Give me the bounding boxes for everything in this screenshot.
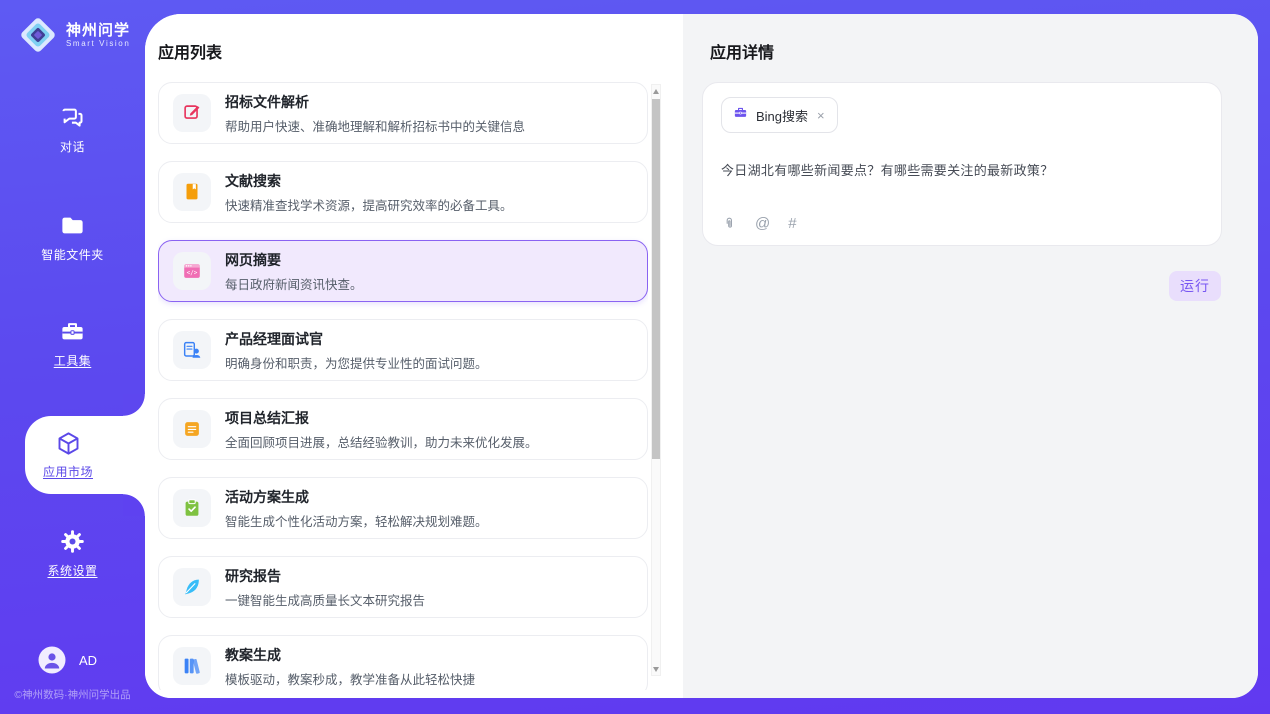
app-card-description: 明确身份和职责，为您提供专业性的面试问题。 [225, 353, 488, 372]
app-card-title: 活动方案生成 [225, 487, 488, 507]
app-card-pm-interviewer[interactable]: 产品经理面试官明确身份和职责，为您提供专业性的面试问题。 [158, 319, 648, 381]
brand: 神州问学 Smart Vision [0, 0, 145, 55]
sidebar: 神州问学 Smart Vision 对话智能文件夹工具集应用市场系统设置 AD … [0, 0, 145, 714]
gear-icon [59, 528, 86, 555]
prompt-card: Bing搜索 × 今日湖北有哪些新闻要点？有哪些需要关注的最新政策？ @ # [702, 82, 1222, 246]
app-card-lesson-plan[interactable]: 教案生成模板驱动，教案秒成，教学准备从此轻松快捷 [158, 635, 648, 690]
app-list-panel: 应用列表 招标文件解析帮助用户快速、准确地理解和解析招标书中的关键信息文献搜索快… [145, 14, 683, 698]
composer-toolbar: @ # [722, 215, 797, 232]
scroll-thumb[interactable] [652, 99, 660, 459]
browser-code-icon: </> [173, 252, 211, 290]
app-card-project-summary[interactable]: 项目总结汇报全面回顾项目进展，总结经验教训，助力未来优化发展。 [158, 398, 648, 460]
app-detail-panel: 应用详情 Bing搜索 × 今日湖北有哪些新闻要点？有哪些需要关注的最新政策？ … [683, 14, 1258, 698]
clipboard-check-icon [173, 489, 211, 527]
app-card-description: 快速精准查找学术资源，提高研究效率的必备工具。 [225, 195, 513, 214]
books-icon [173, 647, 211, 685]
app-card-title: 产品经理面试官 [225, 329, 488, 349]
folder-icon [59, 212, 86, 239]
app-card-description: 模板驱动，教案秒成，教学准备从此轻松快捷 [225, 669, 475, 688]
svg-text:</>: </> [187, 270, 198, 277]
app-card-title: 研究报告 [225, 566, 425, 586]
app-card-description: 每日政府新闻资讯快查。 [225, 274, 363, 293]
close-icon[interactable]: × [816, 109, 826, 122]
scroll-down-icon[interactable] [652, 663, 660, 675]
document-pen-icon [173, 94, 211, 132]
briefcase-icon [733, 105, 748, 125]
diamond-logo-icon [18, 15, 58, 55]
sidebar-item-chat[interactable]: 对话 [0, 104, 145, 155]
app-card-title: 网页摘要 [225, 250, 363, 270]
book-icon [173, 173, 211, 211]
content-area: 应用列表 招标文件解析帮助用户快速、准确地理解和解析招标书中的关键信息文献搜索快… [145, 14, 1258, 698]
sidebar-item-smart-folder[interactable]: 智能文件夹 [0, 212, 145, 263]
sidebar-item-label: 工具集 [54, 352, 92, 369]
app-card-description: 智能生成个性化活动方案，轻松解决规划难题。 [225, 511, 488, 530]
app-card-bid-document-analysis[interactable]: 招标文件解析帮助用户快速、准确地理解和解析招标书中的关键信息 [158, 82, 648, 144]
quill-icon [173, 568, 211, 606]
brand-subtitle: Smart Vision [66, 39, 130, 48]
interviewer-icon [173, 331, 211, 369]
sidebar-item-label: 智能文件夹 [41, 246, 104, 263]
toolbox-icon [59, 318, 86, 345]
sidebar-item-label: 系统设置 [47, 562, 97, 579]
sidebar-item-app-market[interactable]: 应用市场 [25, 416, 145, 494]
sidebar-footer: ©神州数码·神州问学出品 [0, 687, 145, 702]
app-card-literature-search[interactable]: 文献搜索快速精准查找学术资源，提高研究效率的必备工具。 [158, 161, 648, 223]
app-card-title: 文献搜索 [225, 171, 513, 191]
app-card-title: 教案生成 [225, 645, 475, 665]
app-card-title: 项目总结汇报 [225, 408, 538, 428]
app-card-research-report[interactable]: 研究报告一键智能生成高质量长文本研究报告 [158, 556, 648, 618]
sidebar-item-system-settings[interactable]: 系统设置 [0, 528, 145, 579]
app-card-description: 全面回顾项目进展，总结经验教训，助力未来优化发展。 [225, 432, 538, 451]
app-card-description: 一键智能生成高质量长文本研究报告 [225, 590, 425, 609]
app-card-event-plan[interactable]: 活动方案生成智能生成个性化活动方案，轻松解决规划难题。 [158, 477, 648, 539]
cube-icon [55, 430, 82, 457]
app-card-web-summary[interactable]: </> 网页摘要每日政府新闻资讯快查。 [158, 240, 648, 302]
paperclip-icon[interactable] [722, 216, 737, 231]
scroll-up-icon[interactable] [652, 85, 660, 97]
user-name: AD [79, 653, 97, 668]
scrollbar[interactable] [651, 84, 661, 676]
sidebar-item-toolbox[interactable]: 工具集 [0, 318, 145, 369]
app-card-title: 招标文件解析 [225, 92, 525, 112]
tool-chip-bing-search[interactable]: Bing搜索 × [721, 97, 838, 133]
at-icon[interactable]: @ [755, 215, 770, 232]
sidebar-item-label: 对话 [60, 138, 85, 155]
app-card-description: 帮助用户快速、准确地理解和解析招标书中的关键信息 [225, 116, 525, 135]
app-list-title: 应用列表 [158, 39, 222, 63]
user-icon [38, 646, 66, 674]
brand-name: 神州问学 [66, 22, 130, 39]
run-button[interactable]: 运行 [1169, 271, 1221, 301]
app-detail-title: 应用详情 [710, 39, 774, 63]
sidebar-item-label: 应用市场 [43, 463, 93, 480]
prompt-text[interactable]: 今日湖北有哪些新闻要点？有哪些需要关注的最新政策？ [721, 160, 1203, 179]
user-row[interactable]: AD [38, 646, 97, 674]
chat-icon [59, 104, 86, 131]
app-list: 招标文件解析帮助用户快速、准确地理解和解析招标书中的关键信息文献搜索快速精准查找… [158, 82, 648, 690]
hash-icon[interactable]: # [788, 215, 796, 232]
tool-chip-label: Bing搜索 [756, 106, 808, 125]
note-icon [173, 410, 211, 448]
